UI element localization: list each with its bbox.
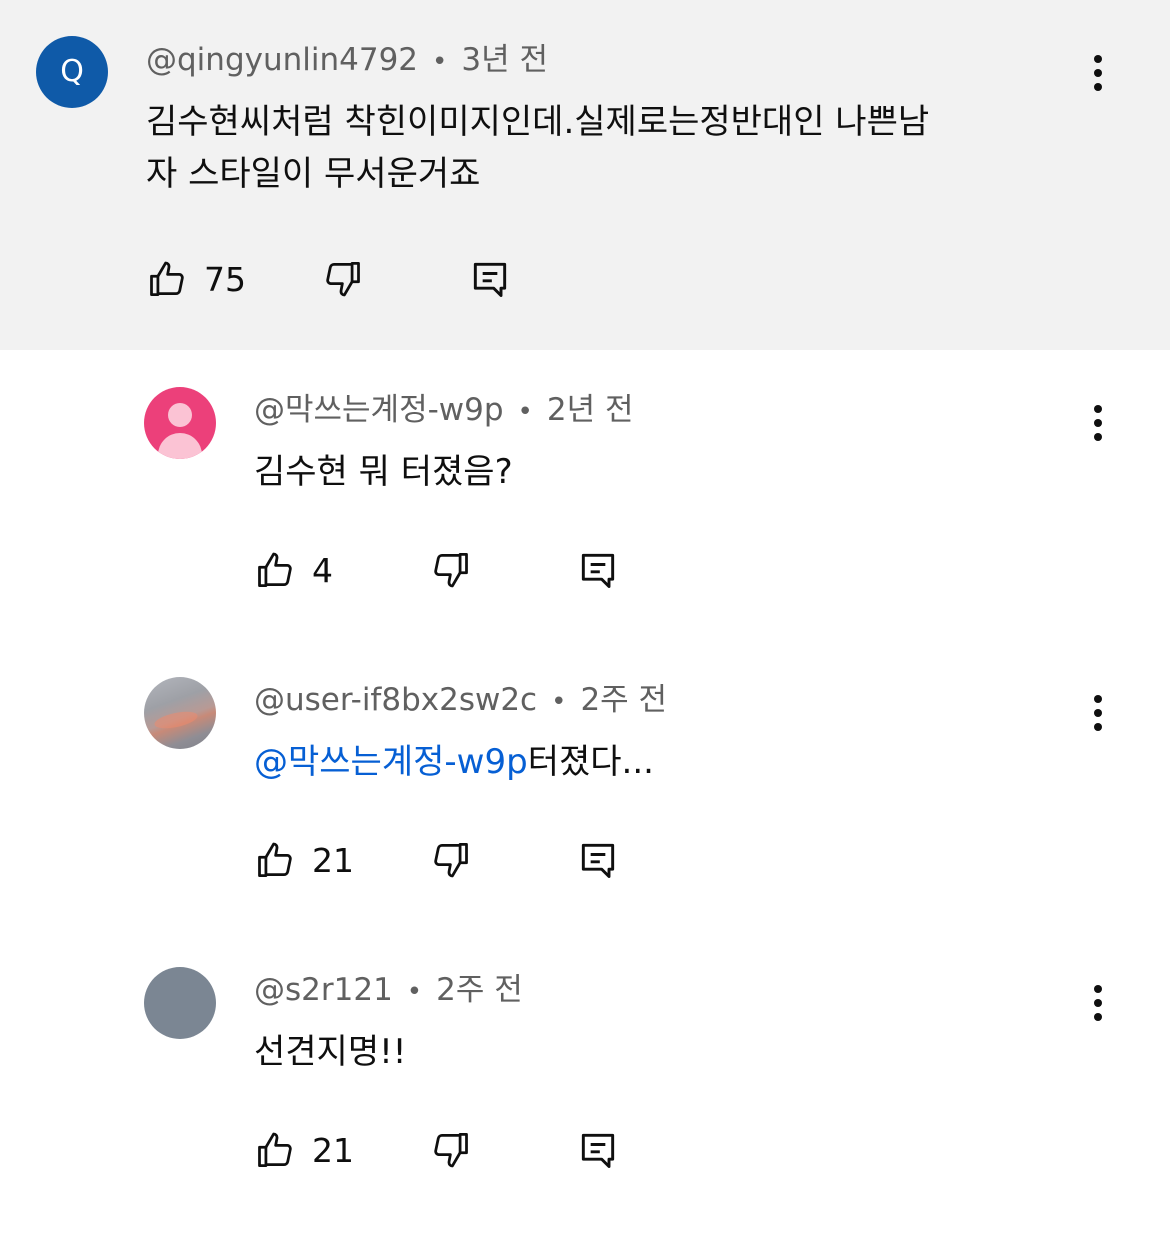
avatar-letter: Q: [60, 54, 84, 89]
reply-comment-icon[interactable]: [576, 1128, 620, 1172]
thumbs-down-icon[interactable]: [320, 257, 364, 301]
separator-dot: •: [432, 47, 448, 77]
avatar[interactable]: [144, 677, 216, 749]
more-vert-icon[interactable]: [1078, 978, 1118, 1028]
like-count: 21: [312, 1130, 354, 1170]
like-count: 21: [312, 840, 354, 880]
separator-dot: •: [517, 397, 533, 427]
reply-comment-icon[interactable]: [468, 257, 512, 301]
reply-comment-icon[interactable]: [576, 838, 620, 882]
author-name[interactable]: @user-if8bx2sw2c: [254, 682, 537, 718]
comment-text-line: 김수현씨처럼 착힌이미지인데.실제로는정반대인 나쁜남: [146, 102, 930, 142]
like-count: 4: [312, 550, 333, 590]
like-button[interactable]: 21: [254, 838, 372, 882]
comment-actions: 21: [254, 1125, 620, 1175]
comment-text-line: 자 스타일이 무서운거죠: [146, 154, 481, 194]
avatar[interactable]: Q: [36, 36, 108, 108]
like-button[interactable]: 21: [254, 1128, 372, 1172]
like-count: 75: [204, 259, 246, 299]
timestamp[interactable]: 2주 전: [580, 682, 667, 718]
comment-text: 선견지명!!: [254, 1032, 407, 1072]
like-button[interactable]: 4: [254, 548, 372, 592]
comment-top: Q @qingyunlin4792 • 3년 전 김수현씨처럼 착힌이미지인데.실제…: [0, 0, 1170, 350]
more-vert-icon[interactable]: [1078, 48, 1118, 98]
more-vert-icon[interactable]: [1078, 398, 1118, 448]
comment-reply: @s2r121 • 2주 전 선견지명!! 21: [0, 930, 1170, 1260]
mention-link[interactable]: @막쓰는계정-w9p: [254, 742, 528, 782]
thumbs-up-icon: [258, 842, 292, 877]
comment-text-body: 터졌다...: [527, 742, 654, 782]
comment-meta: @막쓰는계정-w9p • 2년 전: [254, 390, 634, 432]
comment-thread: Q @qingyunlin4792 • 3년 전 김수현씨처럼 착힌이미지인데.실제…: [0, 0, 1170, 1260]
comment-text: 김수현씨처럼 착힌이미지인데.실제로는정반대인 나쁜남 자 스타일이 무서운거죠: [146, 96, 929, 200]
default-avatar-body: [158, 433, 202, 459]
more-vert-icon[interactable]: [1078, 688, 1118, 738]
comment-text: 김수현 뭐 터졌음?: [254, 452, 513, 492]
timestamp[interactable]: 2년 전: [547, 392, 634, 428]
comment-actions: 4: [254, 545, 620, 595]
comment-reply: @user-if8bx2sw2c • 2주 전 @막쓰는계정-w9p터졌다... 2…: [0, 640, 1170, 930]
thumbs-up-icon: [258, 552, 292, 587]
comment-actions: 21: [254, 835, 620, 885]
timestamp[interactable]: 2주 전: [436, 972, 523, 1008]
author-name[interactable]: @막쓰는계정-w9p: [254, 392, 504, 428]
comment-text: @막쓰는계정-w9p터졌다...: [254, 736, 654, 788]
comment-actions: 75: [146, 254, 512, 304]
reply-comment-icon[interactable]: [576, 548, 620, 592]
thumbs-down-icon[interactable]: [428, 1128, 472, 1172]
author-name[interactable]: @qingyunlin4792: [146, 42, 418, 78]
comment-reply: @막쓰는계정-w9p • 2년 전 김수현 뭐 터졌음? 4: [0, 350, 1170, 640]
thumbs-down-icon[interactable]: [428, 838, 472, 882]
thumbs-up-icon: [258, 1132, 292, 1167]
thumbs-down-icon[interactable]: [428, 548, 472, 592]
separator-dot: •: [406, 977, 423, 1007]
like-button[interactable]: 75: [146, 257, 264, 301]
thumbs-up-icon: [150, 261, 184, 296]
avatar[interactable]: [144, 387, 216, 459]
timestamp[interactable]: 3년 전: [461, 42, 548, 78]
comment-meta: @user-if8bx2sw2c • 2주 전: [254, 680, 667, 722]
sunset-sky-image: [153, 708, 199, 732]
comment-meta: @s2r121 • 2주 전: [254, 970, 523, 1012]
comment-meta: @qingyunlin4792 • 3년 전: [146, 40, 548, 82]
separator-dot: •: [551, 687, 567, 717]
default-avatar-icon: [168, 403, 192, 427]
avatar[interactable]: [144, 967, 216, 1039]
author-name[interactable]: @s2r121: [254, 972, 393, 1008]
